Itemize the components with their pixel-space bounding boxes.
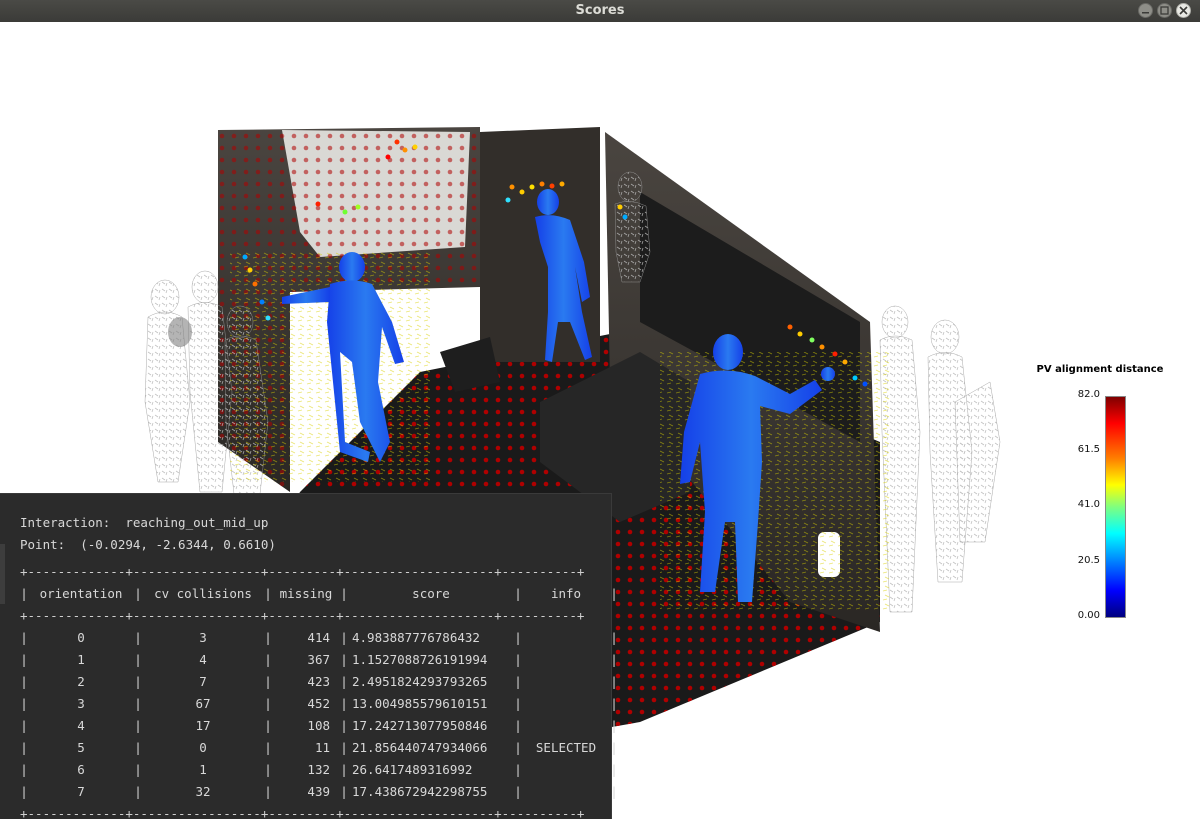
- cell-missing: 423: [307, 674, 330, 689]
- maximize-button[interactable]: [1157, 3, 1172, 18]
- cell-info-selected: SELECTED: [535, 740, 597, 755]
- cell-info: [522, 671, 610, 693]
- cell-cv-collisions: 4: [199, 652, 207, 667]
- colorbar-tick: 61.5: [1077, 444, 1100, 455]
- cell-orientation: 0: [77, 630, 85, 645]
- interaction-line: Interaction: reaching_out_mid_up: [20, 515, 269, 530]
- cell-cv-collisions: 32: [195, 784, 211, 799]
- cell-score: 21.856440747934066: [352, 740, 488, 755]
- table-row: | 3 | 67 | 452 | 13.004985579610151 | |: [20, 693, 618, 715]
- scores-table: +-------------+-----------------+-------…: [20, 561, 618, 825]
- cell-cv-collisions: 0: [199, 740, 207, 755]
- cell-missing: 11: [314, 740, 330, 755]
- cell-missing: 367: [307, 652, 330, 667]
- cell-orientation: 2: [77, 674, 85, 689]
- colorbar-title: PV alignment distance: [1036, 364, 1164, 375]
- point-line: Point: (-0.0294, -2.6344, 0.6610): [20, 537, 276, 552]
- maximize-icon: [1160, 6, 1169, 15]
- cell-missing: 439: [307, 784, 330, 799]
- cell-info: [522, 715, 610, 737]
- cell-score: 13.004985579610151: [352, 696, 488, 711]
- header-info: info: [550, 586, 582, 601]
- cell-score: 4.983887776786432: [352, 630, 480, 645]
- table-border: +-------------+-----------------+-------…: [20, 608, 585, 623]
- close-button[interactable]: [1176, 3, 1191, 18]
- colorbar-gradient: [1105, 396, 1126, 618]
- colorbar-tick: 20.5: [1077, 555, 1100, 566]
- minimize-icon: [1142, 12, 1149, 14]
- table-row: | 4 | 17 | 108 | 17.242713077950846 | |: [20, 715, 618, 737]
- cell-score: 2.4951824293793265: [352, 674, 488, 689]
- header-score: score: [412, 586, 450, 601]
- colorbar-tick-max: 82.0: [1077, 389, 1100, 400]
- cell-orientation: 4: [77, 718, 85, 733]
- cell-cv-collisions: 7: [199, 674, 207, 689]
- table-border: +-------------+-----------------+-------…: [20, 564, 585, 579]
- cell-score: 26.6417489316992: [352, 762, 473, 777]
- table-border: +-------------+-----------------+-------…: [20, 806, 585, 821]
- cell-cv-collisions: 3: [199, 630, 207, 645]
- colorbar-tick: 41.0: [1077, 499, 1100, 510]
- table-header-row: | orientation | cv collisions | missing | sc…: [20, 583, 618, 605]
- cell-cv-collisions: 1: [199, 762, 207, 777]
- table-row: | 6 | 1 | 132 | 26.6417489316992 | |: [20, 759, 618, 781]
- cell-cv-collisions: 17: [195, 718, 211, 733]
- cell-orientation: 3: [77, 696, 85, 711]
- header-cv-collisions: cv collisions: [154, 586, 252, 601]
- table-row-selected: | 5 | 0 | 11 | 21.856440747934066 | SELECTED |: [20, 737, 618, 759]
- table-row: | 0 | 3 | 414 | 4.983887776786432 | |: [20, 627, 618, 649]
- window-title: Scores: [575, 3, 625, 18]
- terminal-scroll-edge: [0, 544, 5, 604]
- cell-orientation: 6: [77, 762, 85, 777]
- cell-missing: 108: [307, 718, 330, 733]
- header-orientation: orientation: [39, 586, 123, 601]
- cell-orientation: 7: [77, 784, 85, 799]
- cell-cv-collisions: 67: [195, 696, 211, 711]
- table-row: | 2 | 7 | 423 | 2.4951824293793265 | |: [20, 671, 618, 693]
- table-row: | 7 | 32 | 439 | 17.438672942298755 | |: [20, 781, 618, 803]
- colorbar-tick-min: 0.00: [1077, 610, 1100, 621]
- cell-missing: 132: [307, 762, 330, 777]
- header-missing: missing: [279, 586, 333, 601]
- cell-score: 1.1527088726191994: [352, 652, 488, 667]
- cell-missing: 452: [307, 696, 330, 711]
- table-row: | 1 | 4 | 367 | 1.1527088726191994 | |: [20, 649, 618, 671]
- cell-info: [522, 649, 610, 671]
- cell-score: 17.438672942298755: [352, 784, 488, 799]
- window-titlebar[interactable]: Scores: [0, 0, 1200, 23]
- cell-info: [522, 759, 610, 781]
- cell-missing: 414: [307, 630, 330, 645]
- close-icon: [1179, 6, 1188, 15]
- cell-orientation: 1: [77, 652, 85, 667]
- cell-info: [522, 627, 610, 649]
- cell-info: [522, 781, 610, 803]
- cell-score: 17.242713077950846: [352, 718, 488, 733]
- cell-info: [522, 693, 610, 715]
- terminal-output-panel[interactable]: Interaction: reaching_out_mid_up Point: …: [0, 493, 618, 821]
- cell-orientation: 5: [77, 740, 85, 755]
- minimize-button[interactable]: [1138, 3, 1153, 18]
